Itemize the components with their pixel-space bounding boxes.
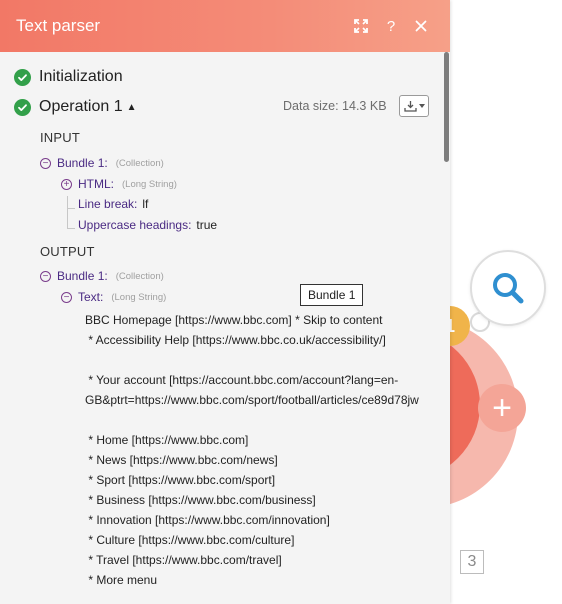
input-html-row[interactable]: + HTML: (Long String): [61, 177, 177, 191]
operation-row[interactable]: Operation 1 ▲: [14, 98, 137, 116]
operation-label: Operation 1: [39, 98, 123, 115]
add-module-label: +: [492, 389, 512, 427]
panel-content[interactable]: Initialization Operation 1 ▲ Data size: …: [0, 52, 450, 604]
initialization-row[interactable]: Initialization: [14, 68, 123, 86]
initialization-label: Initialization: [39, 68, 123, 85]
input-line-break-row[interactable]: Line break: lf: [78, 197, 148, 211]
collapse-toggle-icon[interactable]: −: [40, 157, 51, 169]
collapse-toggle-icon[interactable]: −: [61, 291, 72, 303]
input-bundle-row[interactable]: − Bundle 1: (Collection): [40, 156, 164, 170]
input-heading: INPUT: [40, 130, 80, 145]
tree-guide: [67, 196, 68, 229]
expand-icon: [354, 19, 368, 33]
output-text-value[interactable]: BBC Homepage [https://www.bbc.com] * Ski…: [85, 310, 419, 590]
input-uppercase-value: true: [196, 218, 218, 232]
download-icon: [403, 101, 417, 112]
panel-header: Text parser ?: [0, 0, 450, 52]
scrollbar-thumb[interactable]: [444, 52, 449, 162]
bundle-tooltip: Bundle 1: [300, 284, 364, 306]
data-size: Data size: 14.3 KB: [283, 99, 387, 113]
search-bubble[interactable]: [470, 250, 546, 326]
input-uppercase-label: Uppercase headings:: [78, 218, 192, 232]
expand-button[interactable]: [348, 13, 374, 39]
input-uppercase-row[interactable]: Uppercase headings: true: [78, 218, 217, 232]
collapse-caret-icon[interactable]: ▲: [127, 102, 137, 113]
output-text-label: Text:: [78, 290, 104, 304]
input-bundle-label: Bundle 1:: [57, 156, 108, 170]
output-bundle-label: Bundle 1:: [57, 269, 108, 283]
tree-guide: [67, 228, 75, 229]
close-icon: [415, 20, 427, 32]
input-line-break-value: lf: [142, 197, 149, 211]
input-bundle-type: (Collection): [115, 157, 164, 169]
output-bundle-type: (Collection): [115, 270, 164, 282]
output-heading: OUTPUT: [40, 244, 95, 259]
operations-counter[interactable]: 3: [460, 550, 484, 574]
download-button[interactable]: [399, 95, 429, 117]
output-text-row[interactable]: − Text: (Long String): [61, 290, 166, 304]
check-icon: [14, 68, 31, 86]
input-html-label: HTML:: [78, 177, 114, 191]
expand-toggle-icon[interactable]: +: [61, 178, 72, 190]
panel-title: Text parser: [16, 16, 101, 35]
chevron-down-icon: [418, 104, 425, 108]
input-line-break-label: Line break:: [78, 197, 138, 211]
close-button[interactable]: [408, 13, 434, 39]
operations-count: 3: [467, 553, 477, 570]
check-icon: [14, 98, 31, 116]
search-icon: [493, 273, 524, 304]
bundle-inspector-panel: Text parser ? Initialization Operation 1…: [0, 0, 450, 604]
collapse-toggle-icon[interactable]: −: [40, 270, 51, 282]
add-module-button[interactable]: +: [478, 384, 526, 432]
output-bundle-row[interactable]: − Bundle 1: (Collection): [40, 269, 164, 283]
tree-guide: [67, 208, 75, 209]
input-html-type: (Long String): [122, 178, 177, 190]
help-button[interactable]: ?: [378, 13, 404, 39]
output-text-type: (Long String): [111, 291, 167, 303]
